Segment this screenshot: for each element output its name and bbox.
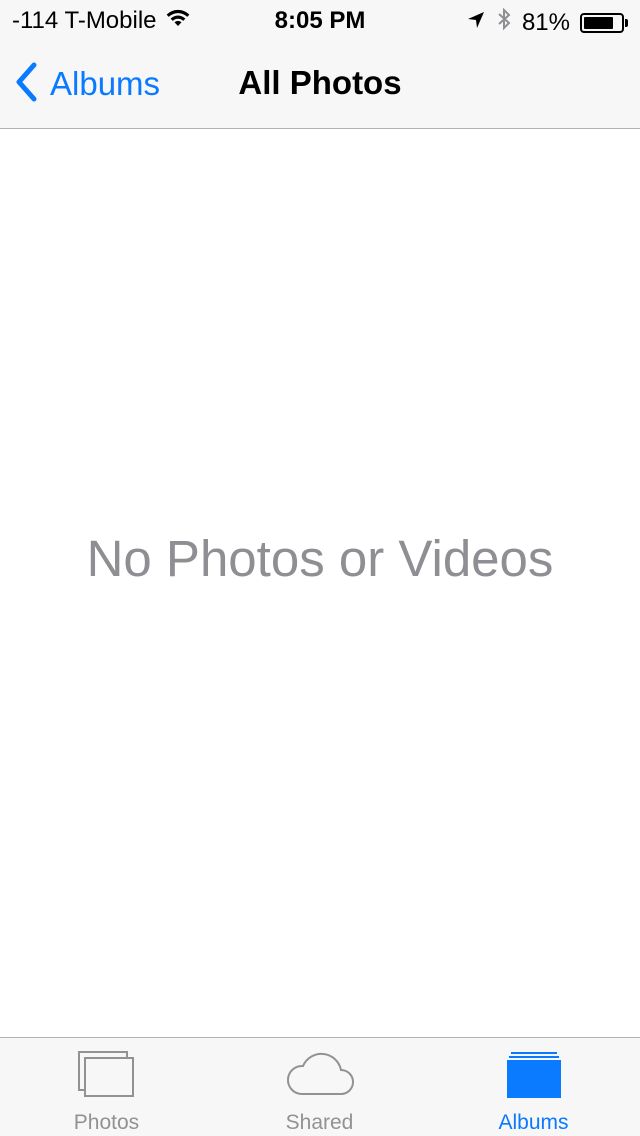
battery-percent: 81% <box>521 8 570 36</box>
page-title: All Photos <box>238 64 402 101</box>
tab-shared-label: Shared <box>285 1111 354 1134</box>
navigation-bar: Albums All Photos <box>0 40 640 129</box>
tab-photos[interactable]: Photos <box>0 1038 213 1136</box>
battery-tip <box>625 18 628 27</box>
photos-icon <box>77 1050 137 1105</box>
albums-icon <box>504 1050 564 1107</box>
battery-body <box>580 12 624 33</box>
tab-albums-label: Albums <box>498 1111 569 1134</box>
tab-shared[interactable]: Shared <box>213 1038 426 1136</box>
status-bar: -114 T-Mobile 8:05 PM 81% <box>0 0 640 40</box>
battery-fill <box>584 16 614 29</box>
photo-grid-area: No Photos or Videos <box>0 129 640 1037</box>
bluetooth-icon <box>496 7 512 38</box>
empty-state-message: No Photos or Videos <box>86 530 554 587</box>
location-arrow-icon <box>466 9 486 37</box>
tab-photos-label: Photos <box>73 1111 140 1134</box>
tab-bar: Photos Shared Albums <box>0 1037 640 1136</box>
cloud-icon <box>283 1050 357 1105</box>
status-right: 81% <box>466 7 628 38</box>
battery-icon <box>580 12 628 33</box>
tab-albums[interactable]: Albums <box>427 1038 640 1136</box>
